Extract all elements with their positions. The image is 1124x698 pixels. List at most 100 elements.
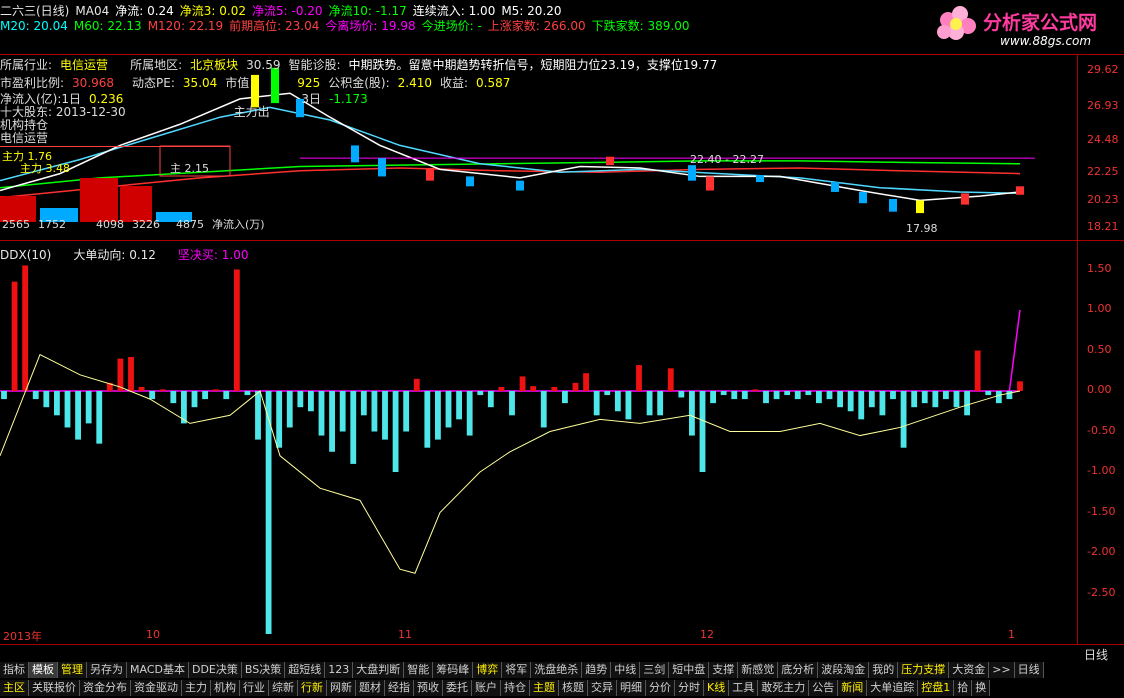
tab-tabs2-28[interactable]: 控盘1 bbox=[918, 680, 955, 696]
tab-tabs2-7[interactable]: 综新 bbox=[269, 680, 298, 696]
tab-tabs2-4[interactable]: 主力 bbox=[182, 680, 211, 696]
tab-tabs2-19[interactable]: 明细 bbox=[617, 680, 646, 696]
tab-tabs2-22[interactable]: K线 bbox=[704, 680, 730, 696]
tab-tabs1-8[interactable]: 123 bbox=[325, 662, 354, 678]
market-cap-value: 925 bbox=[297, 76, 321, 90]
tab-tabs2-6[interactable]: 行业 bbox=[240, 680, 269, 696]
tab-tabs1-24[interactable]: 压力支撑 bbox=[898, 662, 950, 678]
candle bbox=[378, 158, 386, 177]
diagnosis-text: 中期跌势。留意中期趋势转折信号，短期阻力位23.19，支撑位19.77 bbox=[348, 58, 718, 72]
tab-tabs2-23[interactable]: 工具 bbox=[729, 680, 759, 696]
tab-tabs2-15[interactable]: 持仓 bbox=[501, 680, 530, 696]
ddx-bar bbox=[435, 391, 441, 440]
tab-tabs1-5[interactable]: DDE决策 bbox=[188, 662, 242, 678]
indicator-tick-label: -1.50 bbox=[1087, 504, 1116, 518]
tab-tabs1-15[interactable]: 趋势 bbox=[582, 662, 612, 678]
tab-tabs2-30[interactable]: 换 bbox=[972, 680, 991, 696]
tab-tabs1-17[interactable]: 三剑 bbox=[640, 662, 670, 678]
tab-tabs1-22[interactable]: 波段淘金 bbox=[818, 662, 870, 678]
price-tick-label: 29.62 bbox=[1087, 63, 1119, 76]
tab-tabs2-20[interactable]: 分价 bbox=[646, 680, 675, 696]
tab-tabs1-12[interactable]: 博弈 bbox=[473, 662, 503, 678]
tab-tabs2-11[interactable]: 经指 bbox=[385, 680, 414, 696]
tab-tabs1-4[interactable]: MACD基本 bbox=[127, 662, 189, 678]
box-label-2: 主力 3.48 bbox=[20, 162, 70, 175]
tab-tabs2-26[interactable]: 新闻 bbox=[838, 680, 868, 696]
tab-tabs1-6[interactable]: BS决策 bbox=[241, 662, 286, 678]
period-label[interactable]: 日线 bbox=[1084, 646, 1108, 663]
candle bbox=[426, 167, 434, 181]
tab-tabs2-14[interactable]: 账户 bbox=[472, 680, 501, 696]
tab-tabs1-21[interactable]: 底分析 bbox=[778, 662, 819, 678]
ddx-bar bbox=[138, 386, 145, 391]
tab-tabs1-20[interactable]: 新感觉 bbox=[738, 662, 779, 678]
tab-tabs2-13[interactable]: 委托 bbox=[443, 680, 472, 696]
tab-tabs1-13[interactable]: 将军 bbox=[502, 662, 532, 678]
indicator-tick-label: 1.00 bbox=[1087, 302, 1112, 315]
tab-tabs2-21[interactable]: 分时 bbox=[675, 680, 704, 696]
ddx-bar bbox=[1, 391, 7, 400]
toolbar-tabs-row2: 主区 关联报价 资金分布 资金驱动 主力 机构 行业 综新 行新 网新 题材 经指 预收 委托 账户 持仓 主题… bbox=[0, 680, 991, 696]
ddx-bar bbox=[858, 391, 865, 420]
info-row-6: 电信运营 bbox=[0, 131, 49, 145]
tab-tabs1-10[interactable]: 智能 bbox=[404, 662, 434, 678]
tab-tabs1-14[interactable]: 洗盘绝杀 bbox=[531, 662, 583, 678]
ddx-bar bbox=[403, 391, 410, 432]
tab-tabs2-27[interactable]: 大单追踪 bbox=[867, 680, 919, 696]
ddx-bar bbox=[826, 391, 833, 400]
tab-tabs2-25[interactable]: 公告 bbox=[809, 680, 839, 696]
ddx-bar bbox=[784, 391, 791, 396]
candle bbox=[961, 193, 969, 205]
price-range-label: 22.40 - 22.27 bbox=[690, 153, 764, 166]
pe-value: 35.04 bbox=[182, 76, 218, 90]
netflow-bottom-1: 2565 bbox=[2, 218, 30, 231]
tab-tabs2-24[interactable]: 敢死主力 bbox=[758, 680, 810, 696]
tab-tabs2-2[interactable]: 资金分布 bbox=[80, 680, 131, 696]
tab-tabs1-1[interactable]: 模板 bbox=[29, 662, 58, 678]
tab-tabs1-9[interactable]: 大盘判断 bbox=[353, 662, 405, 678]
region-value: 北京板块 bbox=[190, 58, 239, 72]
tab-tabs2-10[interactable]: 题材 bbox=[356, 680, 385, 696]
ddx-bar bbox=[964, 391, 970, 416]
tab-tabs1-27[interactable]: 日线 bbox=[1014, 662, 1044, 678]
tab-tabs1-23[interactable]: 我的 bbox=[869, 662, 899, 678]
tab-tabs1-3[interactable]: 另存为 bbox=[87, 662, 127, 678]
tab-tabs2-16[interactable]: 主题 bbox=[530, 680, 559, 696]
netflow-bottom-4: 3226 bbox=[132, 218, 160, 231]
tab-tabs1-19[interactable]: 支撑 bbox=[709, 662, 739, 678]
tab-tabs2-0[interactable]: 主区 bbox=[0, 680, 29, 696]
indicator-tick-label: 1.50 bbox=[1087, 261, 1112, 275]
ddx-bar bbox=[678, 391, 685, 398]
tab-tabs1-0[interactable]: 指标 bbox=[0, 662, 29, 678]
time-tick-label: 1 bbox=[1008, 628, 1015, 641]
tab-tabs1-16[interactable]: 中线 bbox=[611, 662, 641, 678]
tab-tabs2-12[interactable]: 预收 bbox=[414, 680, 443, 696]
market-cap-label: 市值 bbox=[225, 76, 250, 90]
tab-tabs1-25[interactable]: 大资金 bbox=[949, 662, 990, 678]
ddx-bar bbox=[932, 391, 939, 408]
indicator-tick-label: -2.00 bbox=[1087, 545, 1116, 558]
tab-tabs2-9[interactable]: 网新 bbox=[327, 680, 356, 696]
tab-tabs2-8[interactable]: 行新 bbox=[298, 680, 327, 696]
reserve-label: 公积金(股): bbox=[328, 76, 390, 90]
tab-tabs2-29[interactable]: 拾 bbox=[954, 680, 973, 696]
candle bbox=[831, 182, 839, 192]
tab-tabs1-11[interactable]: 筹码峰 bbox=[433, 662, 474, 678]
ddx-bar bbox=[509, 391, 515, 416]
tab-tabs2-1[interactable]: 关联报价 bbox=[29, 680, 80, 696]
tab-tabs2-5[interactable]: 机构 bbox=[211, 680, 240, 696]
tab-tabs1-2[interactable]: 管理 bbox=[58, 662, 87, 678]
tab-tabs1-18[interactable]: 短中盘 bbox=[669, 662, 710, 678]
ddx-bar bbox=[170, 391, 177, 404]
tab-tabs1-26[interactable]: >> bbox=[989, 662, 1015, 678]
tab-tabs2-3[interactable]: 资金驱动 bbox=[131, 680, 182, 696]
candle bbox=[688, 165, 696, 181]
tab-tabs2-17[interactable]: 核题 bbox=[559, 680, 588, 696]
tab-tabs1-7[interactable]: 超短线 bbox=[285, 662, 326, 678]
ddx-bar bbox=[953, 391, 960, 408]
ddx-bar bbox=[614, 391, 621, 412]
ddx-bar bbox=[562, 391, 568, 404]
region-label: 所属地区: bbox=[130, 58, 183, 72]
price-tick-label: 18.21 bbox=[1087, 220, 1119, 233]
tab-tabs2-18[interactable]: 交异 bbox=[588, 680, 617, 696]
